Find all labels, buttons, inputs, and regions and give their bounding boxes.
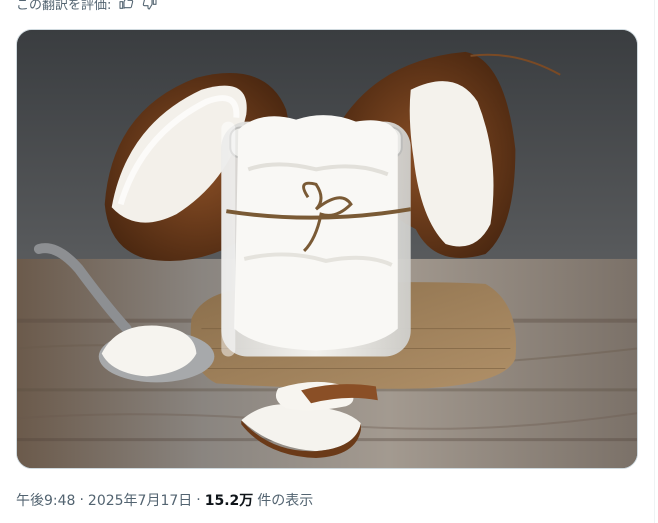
coconut-oil-photo bbox=[17, 30, 637, 468]
views-count: 15.2万 bbox=[204, 493, 254, 509]
thumbs-up-icon bbox=[119, 0, 134, 9]
translation-rating: この翻訳を評価: bbox=[16, 0, 159, 14]
column-border bbox=[654, 0, 655, 523]
meta-separator: · bbox=[196, 492, 201, 508]
thumbs-down-icon bbox=[143, 0, 157, 10]
translation-rate-label: この翻訳を評価: bbox=[16, 0, 112, 13]
views-label: 件の表示 bbox=[257, 493, 314, 509]
rate-bad-button[interactable] bbox=[141, 0, 159, 12]
meta-separator: · bbox=[79, 492, 84, 508]
tweet-date-link[interactable]: 2025年7月17日 bbox=[88, 490, 192, 510]
tweet-time-link[interactable]: 午後9:48 bbox=[16, 490, 75, 510]
tweet-meta: 午後9:48 · 2025年7月17日 · 15.2万 件の表示 bbox=[16, 489, 313, 511]
rate-good-button[interactable] bbox=[117, 0, 135, 12]
tweet-photo[interactable] bbox=[16, 29, 638, 469]
